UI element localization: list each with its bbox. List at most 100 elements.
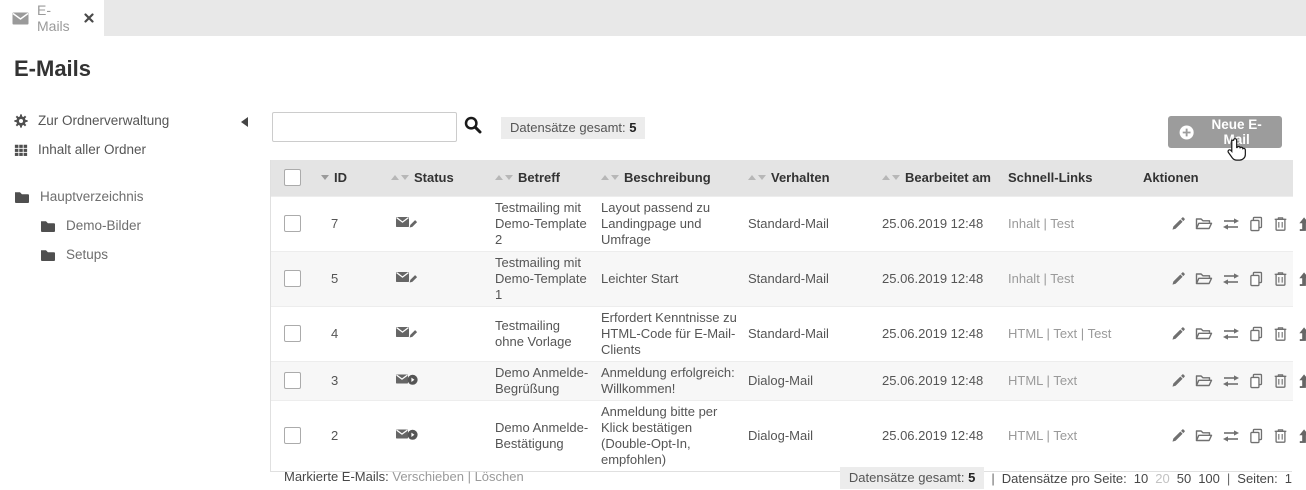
tab-bar: E-Mails: [0, 0, 1306, 36]
quick-link[interactable]: HTML: [1008, 428, 1043, 443]
column-header-bearbeitet-am[interactable]: Bearbeitet am: [905, 170, 991, 185]
page-title: E-Mails: [14, 56, 91, 82]
sort-icon[interactable]: [321, 175, 329, 180]
cell-id: 3: [314, 361, 384, 400]
cell-id: 5: [314, 251, 384, 306]
per-page-label: Datensätze pro Seite:: [1002, 471, 1127, 486]
row-checkbox[interactable]: [284, 427, 301, 444]
delete-icon[interactable]: [1273, 326, 1288, 342]
cell-beschreibung: Leichter Start: [594, 251, 741, 306]
row-checkbox[interactable]: [284, 270, 301, 287]
tab-emails[interactable]: E-Mails: [0, 0, 104, 36]
quick-link[interactable]: Test: [1088, 326, 1112, 341]
column-header-status[interactable]: Status: [414, 170, 454, 185]
quick-link[interactable]: HTML: [1008, 326, 1043, 341]
sidebar: Zur Ordnerverwaltung Inhalt aller Ordner…: [0, 106, 270, 269]
quick-link[interactable]: Text: [1053, 326, 1077, 341]
folder-icon: [40, 219, 56, 233]
sidebar-item-folder-management[interactable]: Zur Ordnerverwaltung: [0, 106, 270, 135]
folder-icon: [40, 248, 56, 262]
export-icon[interactable]: [1297, 271, 1306, 287]
email-table: ID Status Betreff Beschreibung Verhalten…: [270, 160, 1292, 472]
swap-icon[interactable]: [1222, 217, 1240, 231]
select-all-checkbox[interactable]: [284, 169, 301, 186]
column-header-verhalten[interactable]: Verhalten: [771, 170, 830, 185]
quick-link[interactable]: Test: [1050, 216, 1074, 231]
pagination-bar: Datensätze gesamt: 5 | Datensätze pro Se…: [840, 467, 1292, 489]
row-checkbox[interactable]: [284, 325, 301, 342]
swap-icon[interactable]: [1222, 374, 1240, 388]
move-to-folder-icon[interactable]: [1195, 428, 1213, 443]
cell-betreff: Testmailing mit Demo-Template 2: [488, 196, 594, 251]
sidebar-collapse-icon[interactable]: [241, 117, 248, 127]
column-header-aktionen: Aktionen: [1143, 170, 1199, 185]
swap-icon[interactable]: [1222, 429, 1240, 443]
row-checkbox[interactable]: [284, 372, 301, 389]
duplicate-icon[interactable]: [1249, 216, 1264, 232]
records-total-badge: Datensätze gesamt: 5: [501, 117, 645, 139]
edit-icon[interactable]: [1171, 216, 1186, 231]
new-email-button[interactable]: Neue E-Mail: [1168, 116, 1282, 148]
per-page-option-10[interactable]: 10: [1134, 471, 1148, 486]
folder-icon: [14, 190, 30, 204]
folder-item-setups[interactable]: Setups: [0, 240, 270, 269]
delete-marked-link[interactable]: Löschen: [475, 469, 524, 484]
row-checkbox[interactable]: [284, 215, 301, 232]
search-input[interactable]: [272, 112, 457, 142]
edit-icon[interactable]: [1171, 271, 1186, 286]
edit-icon[interactable]: [1171, 326, 1186, 341]
quick-link[interactable]: Text: [1053, 428, 1077, 443]
cell-verhalten: Standard-Mail: [741, 251, 875, 306]
sidebar-item-all-folders[interactable]: Inhalt aller Ordner: [0, 135, 270, 164]
swap-icon[interactable]: [1222, 272, 1240, 286]
envelope-icon: [12, 12, 29, 25]
close-icon[interactable]: [84, 13, 94, 23]
per-page-option-100[interactable]: 100: [1198, 471, 1220, 486]
duplicate-icon[interactable]: [1249, 428, 1264, 444]
quick-link[interactable]: Inhalt: [1008, 271, 1040, 286]
folder-tree: Hauptverzeichnis Demo-Bilder Setups: [0, 182, 270, 269]
folder-item-demo-bilder[interactable]: Demo-Bilder: [0, 211, 270, 240]
plus-circle-icon: [1179, 124, 1194, 141]
export-icon[interactable]: [1297, 373, 1306, 389]
swap-icon[interactable]: [1222, 327, 1240, 341]
move-to-folder-icon[interactable]: [1195, 326, 1213, 341]
sort-icon[interactable]: [495, 175, 513, 180]
delete-icon[interactable]: [1273, 373, 1288, 389]
move-to-folder-icon[interactable]: [1195, 216, 1213, 231]
cell-id: 2: [314, 400, 384, 471]
move-marked-link[interactable]: Verschieben: [392, 469, 464, 484]
quick-link[interactable]: Text: [1053, 373, 1077, 388]
column-header-beschreibung[interactable]: Beschreibung: [624, 170, 711, 185]
duplicate-icon[interactable]: [1249, 373, 1264, 389]
cell-bearbeitet-am: 25.06.2019 12:48: [875, 400, 1001, 471]
sort-icon[interactable]: [391, 175, 409, 180]
quick-link[interactable]: HTML: [1008, 373, 1043, 388]
per-page-option-50[interactable]: 50: [1177, 471, 1191, 486]
column-header-betreff[interactable]: Betreff: [518, 170, 560, 185]
export-icon[interactable]: [1297, 428, 1306, 444]
move-to-folder-icon[interactable]: [1195, 373, 1213, 388]
delete-icon[interactable]: [1273, 271, 1288, 287]
export-icon[interactable]: [1297, 216, 1306, 232]
move-to-folder-icon[interactable]: [1195, 271, 1213, 286]
records-total-badge: Datensätze gesamt: 5: [840, 467, 984, 489]
folder-item-root[interactable]: Hauptverzeichnis: [0, 182, 270, 211]
sort-icon[interactable]: [748, 175, 766, 180]
delete-icon[interactable]: [1273, 216, 1288, 232]
sort-icon[interactable]: [601, 175, 619, 180]
edit-icon[interactable]: [1171, 428, 1186, 443]
table-row: 5 Testmailing mit Demo-Template 1 Leicht…: [271, 251, 1293, 306]
duplicate-icon[interactable]: [1249, 326, 1264, 342]
sort-icon[interactable]: [882, 175, 900, 180]
edit-icon[interactable]: [1171, 373, 1186, 388]
quick-link[interactable]: Test: [1050, 271, 1074, 286]
delete-icon[interactable]: [1273, 428, 1288, 444]
per-page-option-20[interactable]: 20: [1155, 471, 1169, 486]
export-icon[interactable]: [1297, 326, 1306, 342]
search-icon[interactable]: [464, 116, 482, 134]
quick-link[interactable]: Inhalt: [1008, 216, 1040, 231]
column-header-id[interactable]: ID: [334, 170, 347, 185]
cell-beschreibung: Layout passend zu Landingpage und Umfrag…: [594, 196, 741, 251]
duplicate-icon[interactable]: [1249, 271, 1264, 287]
